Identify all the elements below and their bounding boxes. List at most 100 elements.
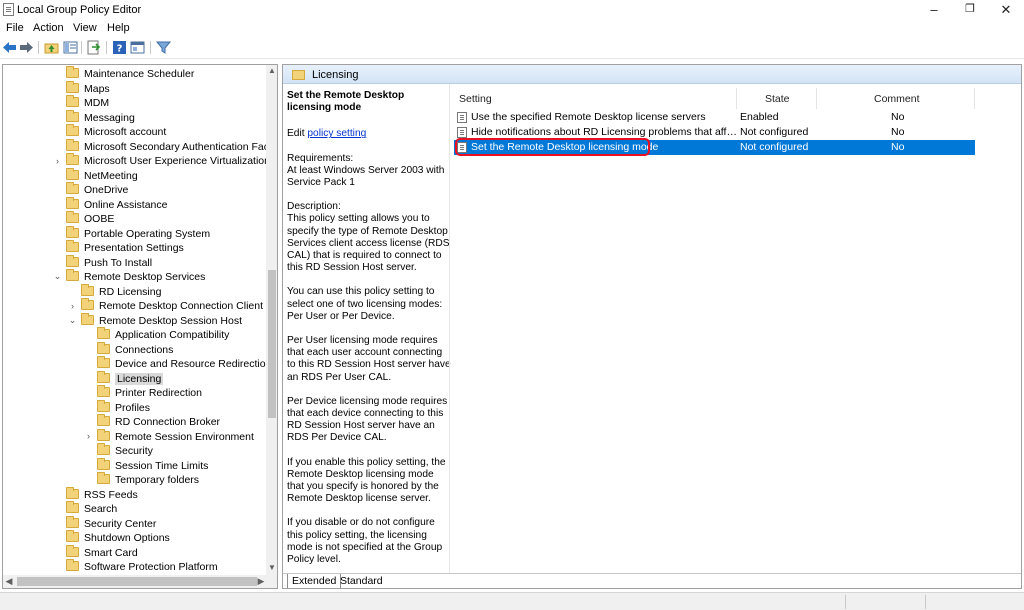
scroll-left-arrow-icon[interactable]: ◀: [3, 575, 15, 588]
settings-list[interactable]: Setting State Comment Use the specified …: [449, 84, 1021, 574]
edit-policy-setting-link[interactable]: policy setting: [307, 128, 366, 139]
folder-icon: [97, 341, 110, 354]
folder-icon: [66, 109, 79, 122]
toolbar-separator: [81, 41, 82, 54]
scroll-up-arrow-icon[interactable]: ▲: [266, 65, 277, 77]
folder-icon: [66, 486, 79, 499]
tree-item[interactable]: Microsoft Secondary Authentication Facto…: [66, 138, 277, 155]
tab-extended[interactable]: Extended: [287, 574, 342, 588]
column-header-setting[interactable]: Setting: [459, 93, 492, 105]
folder-icon: [66, 138, 79, 151]
tree-item[interactable]: Messaging: [66, 109, 135, 126]
folder-icon: [66, 80, 79, 93]
tree-item[interactable]: Maps: [66, 80, 110, 97]
toolbar-separator: [150, 41, 151, 54]
filter-icon[interactable]: [155, 40, 172, 55]
tree-item[interactable]: OneDrive: [66, 182, 128, 198]
tree-item[interactable]: Security Center: [66, 515, 156, 532]
folder-icon: [97, 399, 110, 412]
column-divider[interactable]: [816, 88, 817, 109]
tree-item[interactable]: Microsoft account: [66, 124, 166, 140]
tree-item[interactable]: RSS Feeds: [66, 486, 138, 503]
folder-icon: [66, 501, 79, 513]
view-tabs: Extended Standard: [283, 573, 1021, 588]
tree-item[interactable]: Search: [66, 501, 117, 517]
menu-help[interactable]: Help: [107, 22, 130, 34]
column-header-comment[interactable]: Comment: [874, 93, 920, 105]
tree-item[interactable]: MDM: [66, 95, 109, 111]
tree-item[interactable]: Shutdown Options: [66, 530, 170, 546]
menu-action[interactable]: Action: [33, 22, 64, 34]
restore-button[interactable]: ❐: [952, 0, 988, 20]
tree-item[interactable]: Presentation Settings: [66, 240, 184, 256]
tree-item-licensing-selected[interactable]: Licensing: [97, 370, 164, 387]
folder-icon: [66, 254, 79, 267]
tree-item[interactable]: Application Compatibility: [97, 327, 229, 343]
folder-icon: [66, 196, 79, 209]
tree-item[interactable]: RD Licensing: [81, 283, 161, 300]
folder-icon: [66, 182, 79, 194]
description-paragraph: Per Device licensing mode requires that …: [287, 395, 448, 444]
tree-item[interactable]: Printer Redirection: [97, 385, 202, 401]
chevron-right-icon[interactable]: ›: [53, 156, 62, 166]
chevron-down-icon[interactable]: ⌄: [68, 315, 77, 325]
tree-item[interactable]: Smart Card: [66, 544, 138, 561]
export-list-icon[interactable]: [86, 40, 101, 55]
scrollbar-thumb[interactable]: [268, 270, 276, 418]
chevron-right-icon[interactable]: ›: [68, 301, 77, 311]
minimize-button[interactable]: –: [916, 0, 952, 20]
tab-standard[interactable]: Standard: [336, 574, 387, 588]
tree-vertical-scrollbar[interactable]: ▲ ▼: [266, 65, 277, 575]
tree-item[interactable]: Security: [97, 443, 153, 459]
open-folder-icon: [97, 370, 110, 383]
tree-item[interactable]: Microsoft User Experience Virtualization: [66, 153, 270, 169]
tree-item[interactable]: NetMeeting: [66, 167, 138, 184]
scroll-right-arrow-icon[interactable]: ▶: [255, 575, 267, 588]
tree-item[interactable]: Remote Desktop Session Host: [81, 312, 242, 329]
menu-file[interactable]: File: [6, 22, 24, 34]
column-divider[interactable]: [974, 88, 975, 109]
toolbar: ?: [0, 37, 1024, 59]
tree-item[interactable]: OOBE: [66, 211, 114, 227]
show-hide-tree-icon[interactable]: [63, 40, 78, 55]
folder-icon: [97, 356, 110, 368]
tree-item[interactable]: RD Connection Broker: [97, 414, 220, 430]
tree-item[interactable]: Push To Install: [66, 254, 152, 271]
setting-row-selected[interactable]: Set the Remote Desktop licensing mode No…: [454, 138, 975, 156]
menu-view[interactable]: View: [73, 22, 97, 34]
status-divider: [845, 595, 846, 609]
column-divider[interactable]: [736, 88, 737, 109]
description-paragraph: Description: This policy setting allows …: [287, 201, 450, 274]
close-button[interactable]: ✕: [988, 0, 1024, 20]
scroll-down-arrow-icon[interactable]: ▼: [266, 562, 277, 574]
description-paragraph: You can use this policy setting to selec…: [287, 286, 443, 322]
requirements-text: Requirements: At least Windows Server 20…: [287, 152, 445, 189]
scrollbar-thumb[interactable]: [17, 577, 257, 586]
properties-view-icon[interactable]: [130, 40, 145, 55]
chevron-down-icon[interactable]: ⌄: [53, 271, 62, 281]
tree-item[interactable]: Connections: [97, 341, 173, 358]
tree-item[interactable]: Session Time Limits: [97, 457, 208, 474]
back-arrow-icon[interactable]: [2, 40, 17, 55]
tree-item[interactable]: Profiles: [97, 399, 150, 416]
tree-item[interactable]: Portable Operating System: [66, 225, 210, 242]
tree-item[interactable]: Device and Resource Redirection: [97, 356, 271, 372]
forward-arrow-icon[interactable]: [19, 40, 34, 55]
setting-row[interactable]: Use the specified Remote Desktop license…: [454, 110, 975, 125]
tree-item[interactable]: Online Assistance: [66, 196, 167, 213]
menu-bar: File Action View Help: [0, 20, 1024, 37]
tree-item[interactable]: Maintenance Scheduler: [66, 66, 194, 82]
column-header-state[interactable]: State: [765, 93, 790, 105]
help-icon[interactable]: ?: [112, 40, 127, 55]
tree-item[interactable]: Remote Session Environment: [97, 428, 254, 445]
up-folder-icon[interactable]: [44, 40, 59, 55]
tree-item[interactable]: Remote Desktop Services: [66, 269, 205, 285]
tree-item[interactable]: Temporary folders: [97, 472, 199, 488]
tree-horizontal-scrollbar[interactable]: ◀ ▶: [3, 575, 277, 588]
toolbar-separator: [106, 41, 107, 54]
highlight-annotation-box: [455, 138, 650, 156]
chevron-right-icon[interactable]: ›: [84, 431, 93, 441]
policy-tree[interactable]: Maintenance Scheduler Maps MDM Messaging…: [2, 64, 278, 589]
tree-item[interactable]: Remote Desktop Connection Client: [81, 298, 263, 314]
tree-item[interactable]: Software Protection Platform: [66, 559, 218, 575]
